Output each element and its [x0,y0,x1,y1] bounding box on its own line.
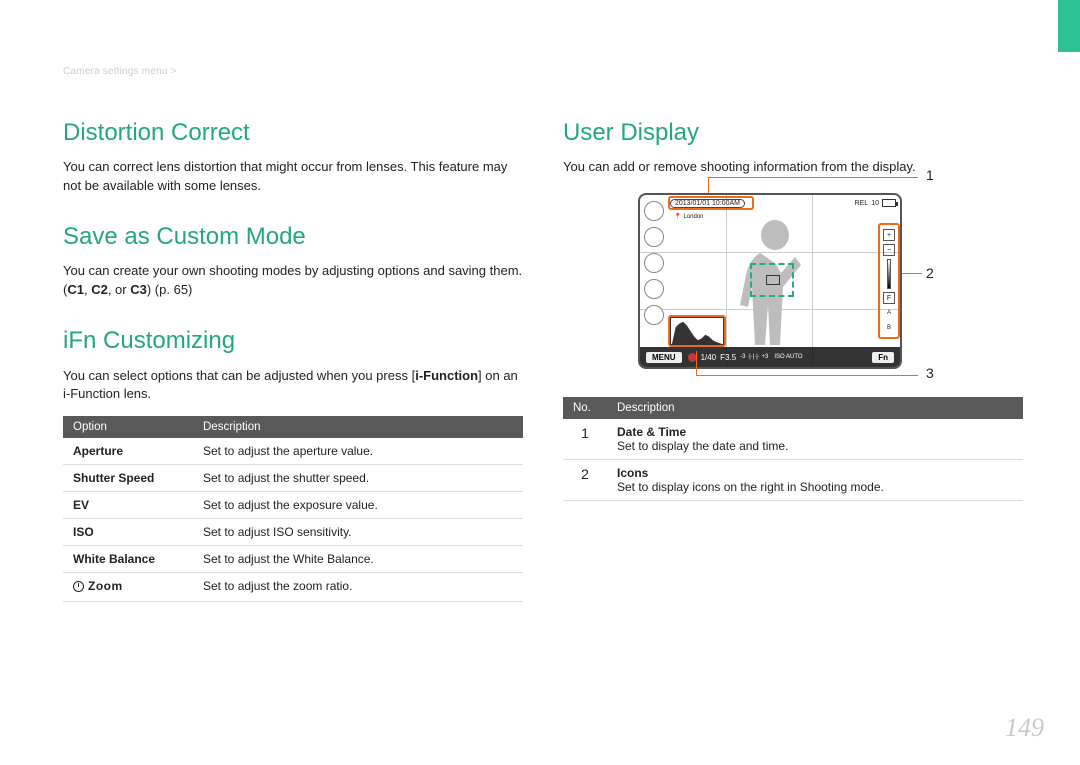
text: , or [108,282,130,297]
cell-option: Aperture [63,438,193,465]
camera-screen: 2013/01/01 10:00AM 📍London REL 10 + − F … [638,193,902,369]
body-ifn-customizing: You can select options that can be adjus… [63,367,523,405]
cell-option: EV [63,492,193,519]
location-text: London [683,214,703,220]
mode-icon [644,305,664,325]
desc-text: Set to display icons on the right in Sho… [617,480,884,494]
cell-option-izoom: Zoom [63,573,193,602]
table-row: EVSet to adjust the exposure value. [63,492,523,519]
heading-distortion-correct: Distortion Correct [63,120,523,146]
th-description: Description [193,416,523,438]
user-display-table: No. Description 1 Date & TimeSet to disp… [563,397,1023,501]
desc-title: Icons [617,466,648,480]
table-row: Zoom Set to adjust the zoom ratio. [63,573,523,602]
callout-box-1 [668,196,754,210]
mode-icon [644,253,664,273]
leader-line [708,177,918,178]
table-row: ISOSet to adjust ISO sensitivity. [63,519,523,546]
fstop-readout: F3.5 [720,353,736,362]
table-row: 2 IconsSet to display icons on the right… [563,460,1023,501]
cell-desc: Set to adjust the zoom ratio. [193,573,523,602]
leader-line [696,375,918,376]
battery-icon [882,199,896,207]
menu-button-label: MENU [646,352,682,363]
fn-button-label: Fn [872,352,894,363]
table-row: ApertureSet to adjust the aperture value… [63,438,523,465]
text: ) (p. 65) [147,282,193,297]
mode-icon [644,279,664,299]
cell-option: Shutter Speed [63,465,193,492]
table-row: 1 Date & TimeSet to display the date and… [563,419,1023,460]
cell-desc: Set to adjust the aperture value. [193,438,523,465]
breadcrumb: Camera settings menu > [63,66,177,77]
izoom-text: Zoom [88,579,123,593]
rel-text: REL [855,200,869,207]
table-row: Shutter SpeedSet to adjust the shutter s… [63,465,523,492]
text-ifunction: i-Function [415,368,478,383]
heading-save-custom-mode: Save as Custom Mode [63,224,523,250]
text-c1: C1 [67,282,84,297]
af-point-icon [766,275,780,285]
callout-number-3: 3 [926,365,934,381]
top-right-status: REL 10 [855,199,896,207]
th-option: Option [63,416,193,438]
text-c2: C2 [91,282,108,297]
left-column: Distortion Correct You can correct lens … [63,120,523,602]
th-description: Description [607,397,1023,419]
cell-desc: Set to adjust the exposure value. [193,492,523,519]
page-number: 149 [1005,713,1044,743]
body-user-display: You can add or remove shooting informati… [563,158,1023,177]
map-pin-icon: 📍 [674,213,681,220]
cell-no: 2 [563,460,607,501]
callout-number-2: 2 [926,265,934,281]
camera-screen-diagram: 2013/01/01 10:00AM 📍London REL 10 + − F … [638,193,948,369]
cell-no: 1 [563,419,607,460]
ev-scale: -3 ·|·|·|· +3 [740,354,768,360]
ifn-options-table: Option Description ApertureSet to adjust… [63,416,523,602]
callout-box-2 [878,223,900,339]
leader-line [902,273,922,274]
heading-user-display: User Display [563,120,1023,146]
cell-desc: Set to adjust the White Balance. [193,546,523,573]
body-save-custom-mode: You can create your own shooting modes b… [63,262,523,300]
callout-number-1: 1 [926,167,934,183]
heading-ifn-customizing: iFn Customizing [63,328,523,354]
cell-desc: Set to adjust the shutter speed. [193,465,523,492]
desc-title: Date & Time [617,425,686,439]
iso-readout: ISO AUTO [774,354,802,360]
location-indicator: 📍London [674,213,704,220]
text: You can select options that can be adjus… [63,368,415,383]
desc-text: Set to display the date and time. [617,439,788,453]
th-no: No. [563,397,607,419]
leader-line [708,177,709,193]
bottom-info-bar: MENU 1/40 F3.5 -3 ·|·|·|· +3 ISO AUTO Fn [640,347,900,367]
shots-remaining: 10 [871,200,879,207]
body-distortion-correct: You can correct lens distortion that mig… [63,158,523,196]
text-c3: C3 [130,282,147,297]
leader-line [696,351,697,375]
cell-desc: IconsSet to display icons on the right i… [607,460,1023,501]
izoom-icon: Zoom [73,579,123,593]
mode-icon [644,227,664,247]
clock-icon [73,581,84,592]
cell-option: White Balance [63,546,193,573]
cell-desc: Date & TimeSet to display the date and t… [607,419,1023,460]
mode-icon [644,201,664,221]
callout-box-3 [668,315,726,347]
page-tab-marker [1058,0,1080,52]
shutter-readout: 1/40 [701,353,717,362]
cell-desc: Set to adjust ISO sensitivity. [193,519,523,546]
table-row: White BalanceSet to adjust the White Bal… [63,546,523,573]
right-column: User Display You can add or remove shoot… [563,120,1023,602]
cell-option: ISO [63,519,193,546]
